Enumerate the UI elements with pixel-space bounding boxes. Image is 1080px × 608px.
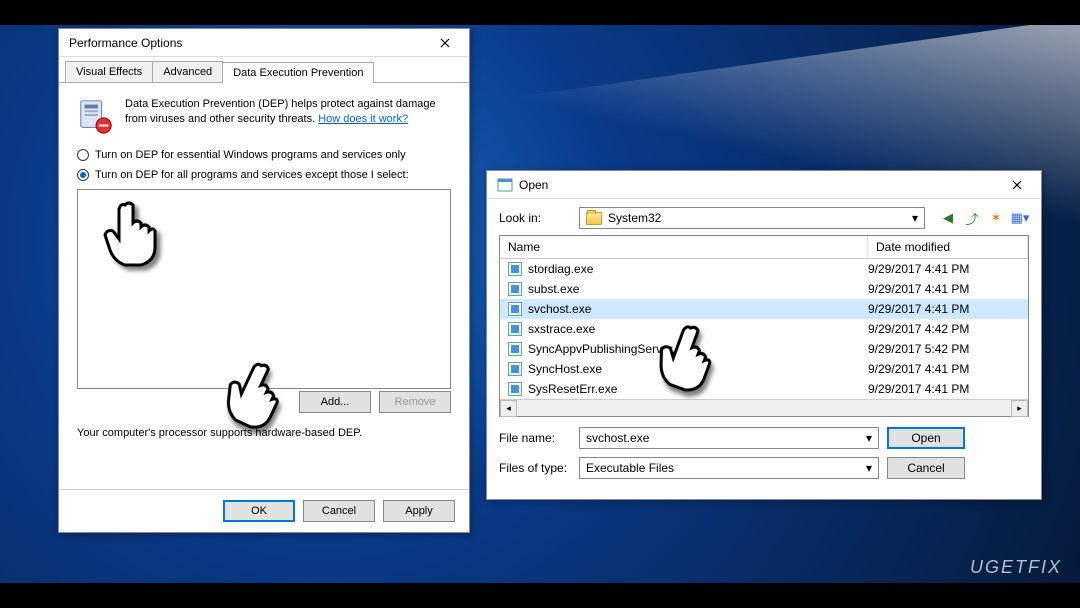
cancel-button[interactable]: Cancel xyxy=(303,500,375,522)
performance-options-window: Performance Options Visual Effects Advan… xyxy=(58,28,470,533)
close-icon xyxy=(1012,180,1022,190)
chevron-down-icon: ▾ xyxy=(866,431,872,445)
exe-icon xyxy=(508,262,522,276)
scroll-left-icon[interactable]: ◂ xyxy=(500,400,517,417)
close-button[interactable] xyxy=(427,32,463,54)
dep-panel: Data Execution Prevention (DEP) helps pr… xyxy=(59,83,469,489)
file-name: SysResetErr.exe xyxy=(528,382,862,396)
open-dialog: Open Look in: System32 ▾ ◀ ⤴ ✶ ▦▾ Name D… xyxy=(486,170,1042,500)
file-row[interactable]: svchost.exe 9/29/2017 4:41 PM xyxy=(500,299,1028,319)
scroll-right-icon[interactable]: ▸ xyxy=(1011,400,1028,417)
file-row[interactable]: sxstrace.exe 9/29/2017 4:42 PM xyxy=(500,319,1028,339)
radio-essential-only[interactable]: Turn on DEP for essential Windows progra… xyxy=(77,149,451,161)
file-date: 9/29/2017 4:41 PM xyxy=(868,362,1020,376)
file-name: SyncAppvPublishingServer.exe xyxy=(528,342,862,356)
radio-all-except[interactable]: Turn on DEP for all programs and service… xyxy=(77,169,451,181)
exe-icon xyxy=(508,322,522,336)
column-name[interactable]: Name xyxy=(500,236,868,258)
ok-button[interactable]: OK xyxy=(223,500,295,522)
lookin-label: Look in: xyxy=(499,211,571,225)
close-icon xyxy=(440,38,450,48)
watermark: UGETFIX xyxy=(970,557,1062,578)
letterbox xyxy=(0,583,1080,608)
view-menu-icon[interactable]: ▦▾ xyxy=(1011,209,1029,227)
chevron-down-icon: ▾ xyxy=(866,461,872,475)
file-list-header[interactable]: Name Date modified xyxy=(500,236,1028,259)
open-button[interactable]: Open xyxy=(887,427,965,449)
filetype-label: Files of type: xyxy=(499,461,571,475)
exe-icon xyxy=(508,362,522,376)
remove-button: Remove xyxy=(379,391,451,413)
file-name: stordiag.exe xyxy=(528,262,862,276)
file-row[interactable]: subst.exe 9/29/2017 4:41 PM xyxy=(500,279,1028,299)
titlebar[interactable]: Open xyxy=(487,171,1041,199)
lookin-value: System32 xyxy=(608,211,661,225)
tab-advanced[interactable]: Advanced xyxy=(152,61,223,82)
filename-label: File name: xyxy=(499,431,571,445)
horizontal-scrollbar[interactable]: ◂ ▸ xyxy=(500,399,1028,416)
file-name: sxstrace.exe xyxy=(528,322,862,336)
filetype-combo[interactable]: Executable Files ▾ xyxy=(579,457,879,479)
new-folder-icon[interactable]: ✶ xyxy=(987,209,1005,227)
back-icon[interactable]: ◀ xyxy=(939,209,957,227)
add-button[interactable]: Add... xyxy=(299,391,371,413)
file-date: 9/29/2017 5:42 PM xyxy=(868,342,1020,356)
column-date[interactable]: Date modified xyxy=(868,236,1028,258)
dialog-buttons: OK Cancel Apply xyxy=(59,489,469,532)
window-title: Open xyxy=(519,178,548,192)
tabs: Visual Effects Advanced Data Execution P… xyxy=(59,57,469,83)
cancel-button[interactable]: Cancel xyxy=(887,457,965,479)
file-date: 9/29/2017 4:41 PM xyxy=(868,282,1020,296)
file-name: SyncHost.exe xyxy=(528,362,862,376)
support-text: Your computer's processor supports hardw… xyxy=(77,427,451,439)
up-one-level-icon[interactable]: ⤴ xyxy=(963,209,981,227)
window-title: Performance Options xyxy=(69,36,182,50)
titlebar[interactable]: Performance Options xyxy=(59,29,469,57)
file-name: subst.exe xyxy=(528,282,862,296)
tab-dep[interactable]: Data Execution Prevention xyxy=(222,62,374,83)
file-date: 9/29/2017 4:41 PM xyxy=(868,262,1020,276)
filename-input[interactable]: svchost.exe ▾ xyxy=(579,427,879,449)
lookin-combo[interactable]: System32 ▾ xyxy=(579,207,925,229)
file-row[interactable]: SyncHost.exe 9/29/2017 4:41 PM xyxy=(500,359,1028,379)
radio-icon xyxy=(77,149,89,161)
dep-shield-icon xyxy=(77,97,115,135)
exception-listbox[interactable] xyxy=(77,189,451,389)
chevron-down-icon: ▾ xyxy=(912,211,918,225)
file-date: 9/29/2017 4:41 PM xyxy=(868,382,1020,396)
exe-icon xyxy=(508,342,522,356)
folder-icon xyxy=(586,212,602,225)
radio-icon xyxy=(77,169,89,181)
app-icon xyxy=(497,177,513,193)
tab-visual-effects[interactable]: Visual Effects xyxy=(65,61,153,82)
exe-icon xyxy=(508,282,522,296)
letterbox xyxy=(0,0,1080,25)
file-row[interactable]: SysResetErr.exe 9/29/2017 4:41 PM xyxy=(500,379,1028,399)
exe-icon xyxy=(508,302,522,316)
apply-button[interactable]: Apply xyxy=(383,500,455,522)
file-list: Name Date modified stordiag.exe 9/29/2017… xyxy=(499,235,1029,417)
file-row[interactable]: stordiag.exe 9/29/2017 4:41 PM xyxy=(500,259,1028,279)
dep-description: Data Execution Prevention (DEP) helps pr… xyxy=(125,97,451,135)
file-date: 9/29/2017 4:42 PM xyxy=(868,322,1020,336)
how-does-it-work-link[interactable]: How does it work? xyxy=(318,113,408,125)
file-name: svchost.exe xyxy=(528,302,862,316)
file-date: 9/29/2017 4:41 PM xyxy=(868,302,1020,316)
file-row[interactable]: SyncAppvPublishingServer.exe 9/29/2017 5:… xyxy=(500,339,1028,359)
exe-icon xyxy=(508,382,522,396)
close-button[interactable] xyxy=(999,174,1035,196)
